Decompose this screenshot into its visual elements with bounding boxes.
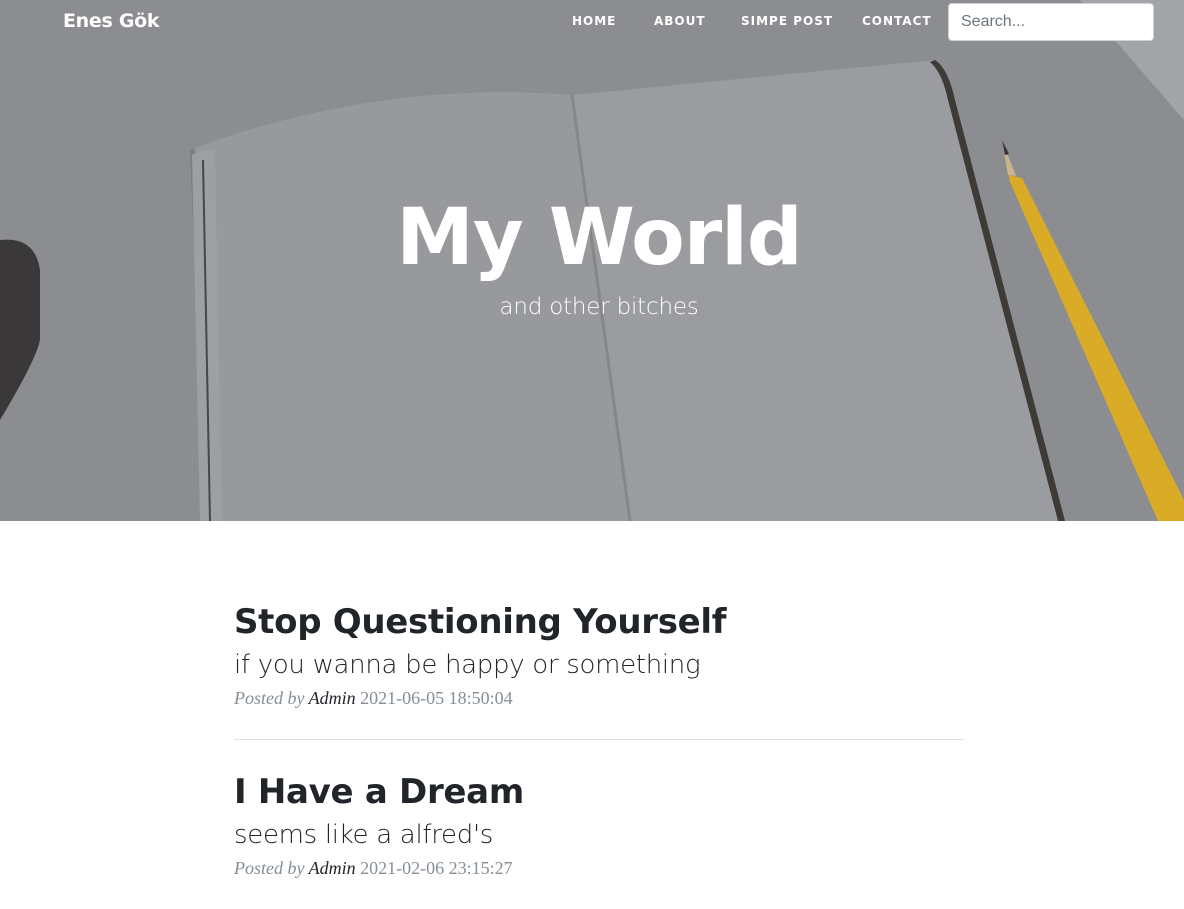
post-subtitle[interactable]: if you wanna be happy or something — [234, 648, 964, 682]
post-meta: Posted by Admin 2021-06-05 18:50:04 — [234, 688, 964, 709]
post-link[interactable]: I Have a Dream seems like a alfred's — [234, 770, 964, 852]
post-link[interactable]: Stop Questioning Yourself if you wanna b… — [234, 600, 964, 682]
site-heading: My World and other bitches — [0, 190, 1184, 320]
brand-link[interactable]: Enes Gök — [63, 10, 160, 32]
post-date: 2021-02-06 23:15:27 — [360, 858, 513, 878]
site-subtitle: and other bitches — [499, 294, 699, 320]
post-title[interactable]: I Have a Dream — [234, 770, 964, 814]
post-item: I Have a Dream seems like a alfred's Pos… — [234, 770, 964, 879]
post-list: Stop Questioning Yourself if you wanna b… — [234, 600, 964, 879]
post-item: Stop Questioning Yourself if you wanna b… — [234, 600, 964, 709]
post-title[interactable]: Stop Questioning Yourself — [234, 600, 964, 644]
post-date: 2021-06-05 18:50:04 — [360, 688, 513, 708]
post-divider — [234, 739, 964, 740]
posted-by-label: Posted by — [234, 688, 305, 708]
post-subtitle[interactable]: seems like a alfred's — [234, 818, 964, 852]
search-input[interactable] — [948, 3, 1154, 41]
nav-contact-link[interactable]: CONTACT — [862, 14, 932, 28]
post-author-link[interactable]: Admin — [309, 688, 356, 708]
hero-header: Enes Gök HOME ABOUT SIMPE POST CONTACT M… — [0, 0, 1184, 521]
nav-home-link[interactable]: HOME — [572, 14, 616, 28]
posted-by-label: Posted by — [234, 858, 305, 878]
site-title: My World — [396, 193, 803, 283]
nav-simple-post-link[interactable]: SIMPE POST — [741, 14, 833, 28]
post-meta: Posted by Admin 2021-02-06 23:15:27 — [234, 858, 964, 879]
nav-about-link[interactable]: ABOUT — [654, 14, 706, 28]
main-navbar: Enes Gök HOME ABOUT SIMPE POST CONTACT — [0, 0, 1184, 44]
post-author-link[interactable]: Admin — [309, 858, 356, 878]
